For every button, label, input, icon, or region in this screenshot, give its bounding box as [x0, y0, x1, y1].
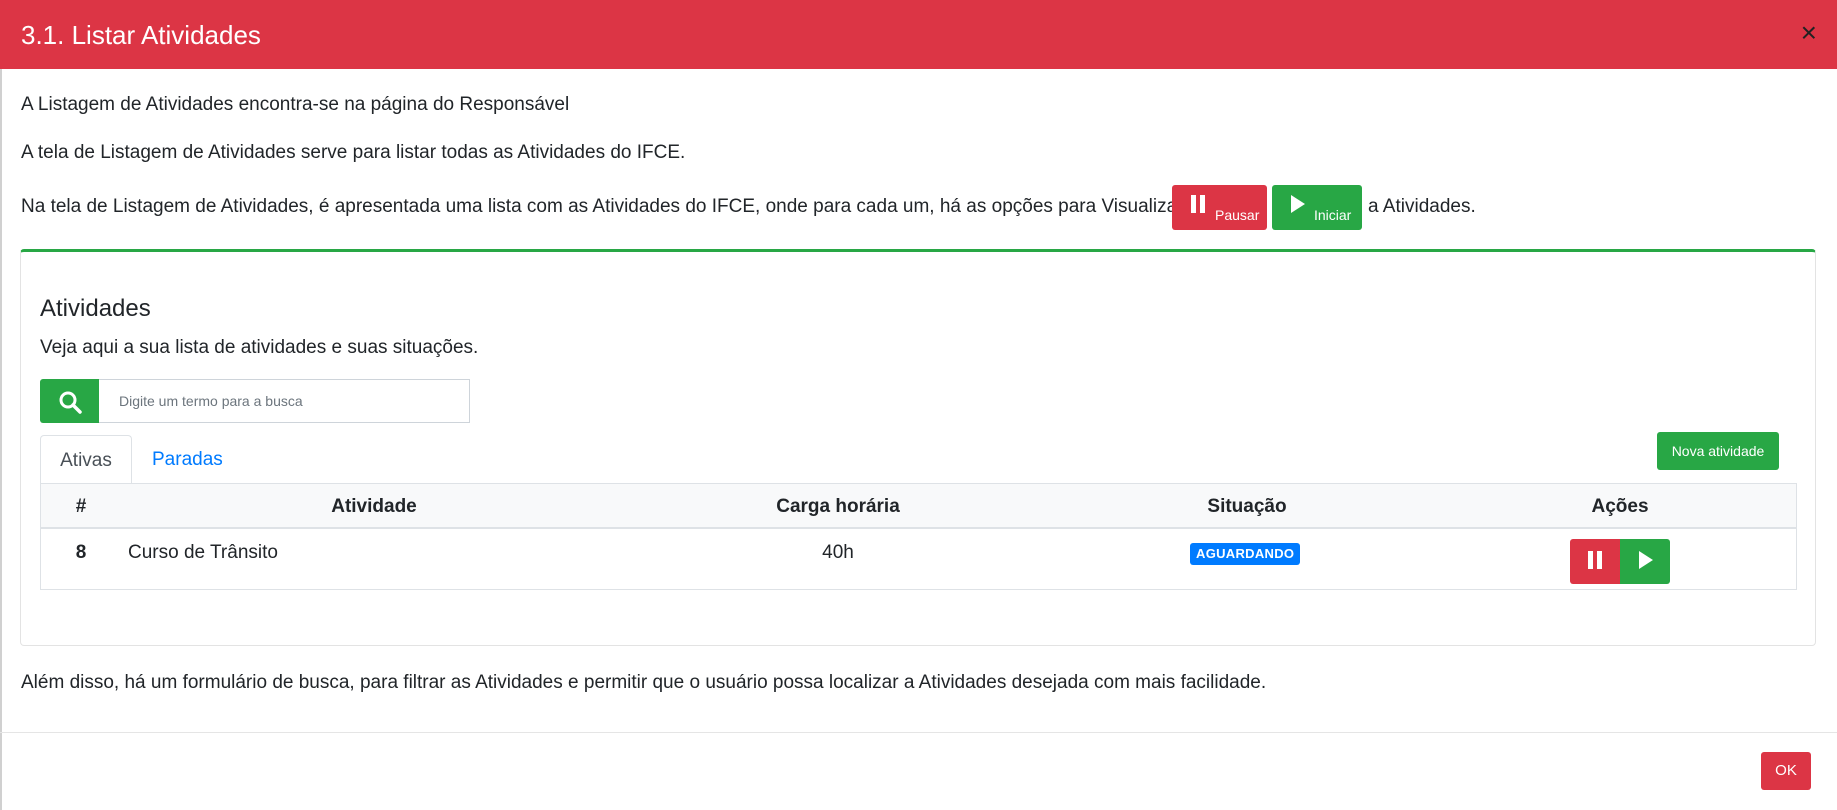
header-hours: Carga horária	[776, 496, 900, 517]
row-activity-name: Curso de Trânsito	[128, 542, 278, 563]
row-pause-button[interactable]	[1570, 539, 1620, 584]
status-badge: AGUARDANDO	[1190, 543, 1301, 565]
row-hours: 40h	[822, 542, 854, 563]
pause-icon	[1588, 551, 1602, 569]
paragraph-location: A Listagem de Atividades encontra-se na …	[21, 94, 570, 115]
search-icon	[59, 391, 82, 414]
table-header: # Atividade Carga horária Situação Ações	[41, 484, 1796, 529]
header-activity: Atividade	[331, 496, 417, 517]
header-status: Situação	[1207, 496, 1287, 517]
header-id: #	[75, 496, 87, 517]
pause-icon	[1191, 195, 1205, 213]
play-icon	[1291, 195, 1305, 213]
close-icon[interactable]: ×	[1801, 18, 1817, 48]
modal-footer-divider	[0, 732, 1837, 733]
card-title: Atividades	[40, 295, 151, 322]
paragraph-options-end: a Atividades.	[1368, 196, 1476, 217]
inline-pause-label: Pausar	[1215, 207, 1260, 223]
ok-button[interactable]: OK	[1761, 752, 1811, 790]
tab-paradas[interactable]: Paradas	[152, 435, 223, 484]
inline-start-button[interactable]: Iniciar	[1272, 185, 1362, 230]
activities-card: Atividades Veja aqui a sua lista de ativ…	[20, 249, 1816, 646]
window-edge	[0, 0, 2, 810]
paragraph-options-start: Na tela de Listagem de Atividades, é apr…	[21, 196, 1184, 217]
inline-start-label: Iniciar	[1314, 207, 1352, 223]
play-icon	[1639, 551, 1653, 569]
activities-table: # Atividade Carga horária Situação Ações…	[40, 483, 1797, 590]
new-activity-button[interactable]: Nova atividade	[1657, 432, 1779, 470]
search-button[interactable]	[40, 379, 99, 423]
search-input[interactable]	[99, 379, 470, 423]
paragraph-purpose: A tela de Listagem de Atividades serve p…	[21, 142, 686, 163]
inline-pause-button[interactable]: Pausar	[1172, 185, 1267, 230]
tab-ativas[interactable]: Ativas	[40, 435, 132, 484]
row-start-button[interactable]	[1620, 539, 1670, 584]
header-actions: Ações	[1591, 496, 1649, 517]
card-subtitle: Veja aqui a sua lista de atividades e su…	[40, 337, 479, 358]
modal-header: 3.1. Listar Atividades ×	[0, 0, 1837, 69]
modal-title: 3.1. Listar Atividades	[21, 20, 261, 50]
paragraph-search: Além disso, há um formulário de busca, p…	[21, 672, 1267, 693]
row-id: 8	[75, 542, 87, 563]
